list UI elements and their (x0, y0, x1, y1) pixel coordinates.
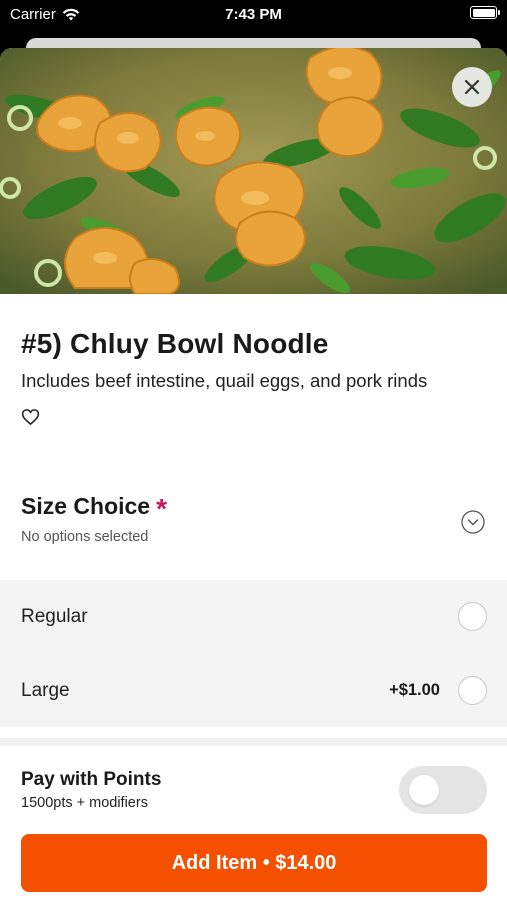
status-time: 7:43 PM (225, 6, 282, 23)
item-photo (0, 48, 507, 294)
option-label: Large (21, 680, 70, 701)
item-detail-sheet: #5) Chluy Bowl Noodle Includes beef inte… (0, 48, 507, 900)
option-radio[interactable] (458, 676, 487, 705)
chevron-down-icon[interactable] (461, 510, 485, 534)
item-title: #5) Chluy Bowl Noodle (21, 328, 329, 359)
option-large[interactable]: Large +$1.00 (0, 654, 507, 728)
battery-icon (470, 6, 500, 19)
option-label: Regular (21, 606, 88, 627)
option-price: +$1.00 (389, 681, 440, 699)
divider (0, 738, 507, 746)
size-options-list: Regular Large +$1.00 (0, 580, 507, 727)
heart-icon[interactable] (21, 408, 40, 426)
option-radio[interactable] (458, 602, 487, 631)
option-regular[interactable]: Regular (0, 580, 507, 654)
close-icon (464, 79, 480, 95)
toggle-knob (409, 775, 439, 805)
item-description: Includes beef intestine, quail eggs, and… (21, 370, 428, 391)
points-title: Pay with Points (21, 769, 162, 790)
close-button[interactable] (452, 67, 492, 107)
section-subtitle: No options selected (21, 529, 149, 545)
section-title: Size Choice (21, 493, 151, 519)
points-toggle[interactable] (399, 766, 487, 814)
required-indicator: * (156, 493, 168, 524)
size-choice-header[interactable]: Size Choice * No options selected (21, 493, 487, 553)
add-item-button[interactable]: Add Item • $14.00 (21, 834, 487, 892)
points-subtitle: 1500pts + modifiers (21, 795, 148, 811)
status-bar: Carrier 7:43 PM (0, 0, 507, 30)
